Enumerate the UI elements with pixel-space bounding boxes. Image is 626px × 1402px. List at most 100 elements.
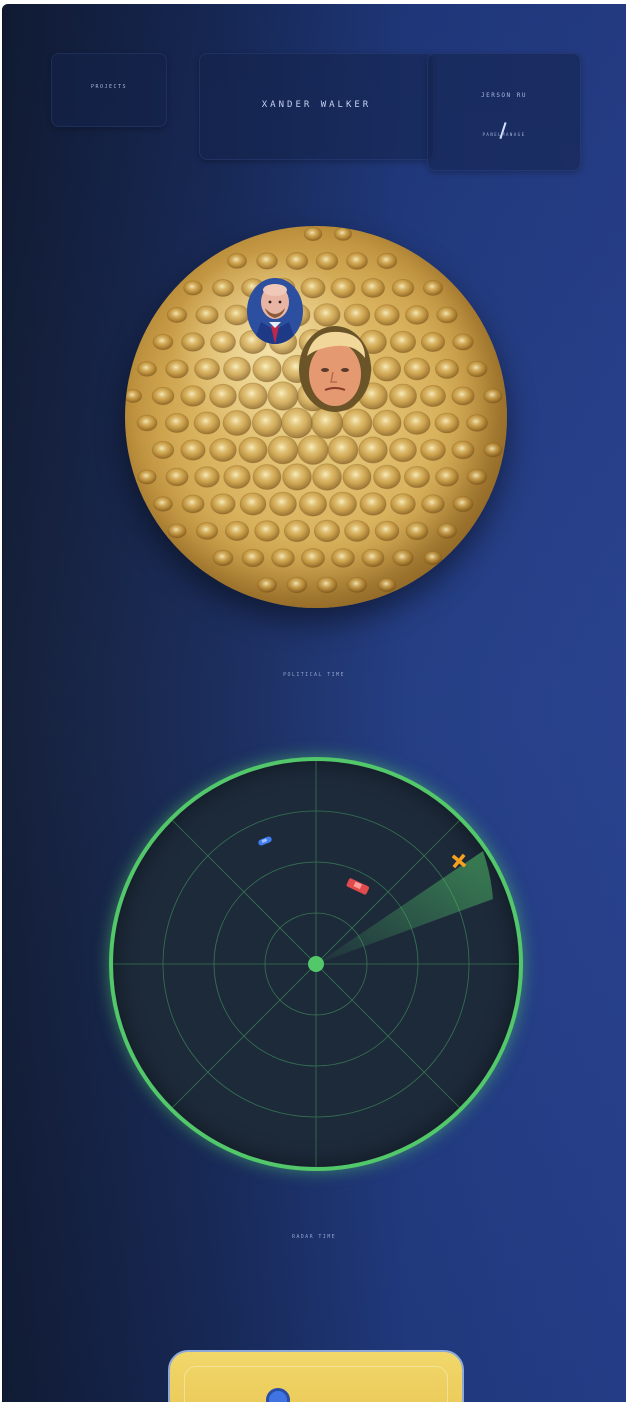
ball-dimple <box>285 252 309 270</box>
ball-dimple <box>269 491 297 517</box>
ball-dimple <box>167 523 187 539</box>
ball-dimple <box>334 227 352 241</box>
ball-dimple <box>452 495 474 513</box>
red-boat-icon[interactable] <box>346 878 370 895</box>
ball-dimple <box>360 278 386 298</box>
ball-dimple <box>315 251 339 271</box>
ball-dimple <box>298 491 328 517</box>
ball-dimple <box>389 437 417 463</box>
ball-dimple <box>252 355 282 383</box>
ball-dimple <box>286 576 308 594</box>
avatar-man-blond <box>299 326 371 412</box>
ball-dimple <box>310 407 344 439</box>
ball-dimple <box>181 332 205 352</box>
ball-dimple <box>267 435 299 465</box>
ball-dimple <box>403 357 431 381</box>
ball-dimple <box>165 359 189 379</box>
ball-dimple <box>181 494 205 514</box>
ball-dimple <box>271 548 295 568</box>
ball-dimple <box>434 359 460 379</box>
ball-dimple <box>420 385 446 407</box>
ball-dimple <box>223 356 251 382</box>
ball-dimple <box>282 463 312 491</box>
ball-dimple <box>313 519 341 543</box>
blue-boat-icon[interactable] <box>257 836 272 847</box>
ball-dimple <box>316 576 338 594</box>
ball-dimple <box>125 388 143 404</box>
ball-dimple <box>209 383 237 409</box>
ball-dimple <box>238 382 268 410</box>
ball-dimple <box>209 438 237 462</box>
golf-ball-section <box>125 226 507 608</box>
ball-dimple <box>341 408 373 438</box>
ball-dimple <box>239 492 267 516</box>
ball-dimple <box>238 436 268 464</box>
ball-dimple <box>194 358 220 380</box>
ball-dimple <box>451 440 475 460</box>
projects-tile[interactable]: PROJECTS <box>51 53 167 127</box>
radar-center-dot <box>308 956 324 972</box>
radar-display[interactable] <box>109 757 523 1171</box>
ball-dimple <box>423 550 443 566</box>
ball-dimple <box>434 412 460 434</box>
radar-grid <box>113 761 519 1167</box>
radar-sweep <box>316 851 493 964</box>
projects-label: PROJECTS <box>90 84 128 90</box>
dimple-pattern <box>125 226 503 594</box>
ball-dimple <box>267 381 299 411</box>
ball-dimple <box>226 253 248 269</box>
ball-dimple <box>224 304 250 326</box>
golf-ball-icon[interactable] <box>125 226 507 608</box>
ball-dimple <box>403 411 431 435</box>
ball-dimple <box>436 306 458 324</box>
ball-dimple <box>483 442 503 458</box>
ball-dimple <box>193 411 221 435</box>
ball-dimple <box>151 440 175 460</box>
ball-dimple <box>151 386 175 406</box>
ball-dimple <box>373 464 401 490</box>
ball-dimple <box>483 388 503 404</box>
ball-dimple <box>137 469 157 485</box>
ball-dimple <box>405 305 429 325</box>
ball-dimple <box>256 252 278 270</box>
ball-dimple <box>389 330 417 354</box>
name-tile[interactable]: XANDER WALKER <box>199 53 434 160</box>
ball-dimple <box>281 407 313 439</box>
ball-dimple <box>256 577 278 593</box>
ball-dimple <box>451 386 475 406</box>
ball-dimple <box>224 521 250 541</box>
avatar-man-in-suit <box>247 278 303 344</box>
ball-dimple <box>195 522 219 540</box>
ball-dimple <box>374 304 400 326</box>
ball-dimple <box>241 548 265 568</box>
ball-dimple <box>180 385 206 407</box>
ball-dimple <box>420 332 446 352</box>
ball-dimple <box>194 466 220 488</box>
bottom-card[interactable] <box>168 1350 464 1402</box>
ball-dimple <box>421 494 445 514</box>
ball-dimple <box>392 549 414 567</box>
ball-dimple <box>452 333 474 351</box>
ball-dimple <box>405 521 429 541</box>
ball-dimple <box>344 520 370 542</box>
ball-dimple <box>404 465 430 489</box>
ball-dimple <box>390 493 416 515</box>
page-background: PROJECTS XANDER WALKER JERSON RU PANELMA… <box>2 4 626 1402</box>
ball-dimple <box>251 408 283 438</box>
ball-dimple <box>283 519 311 543</box>
ball-dimple <box>180 439 206 461</box>
ball-dimple <box>329 491 357 517</box>
ball-dimple <box>422 280 444 296</box>
ball-dimple <box>152 333 174 351</box>
version-tile[interactable]: JERSON RU PANELMANAGE <box>427 53 581 171</box>
ball-dimple <box>164 413 190 433</box>
ball-dimple <box>342 463 372 491</box>
ball-dimple <box>466 414 488 432</box>
ball-dimple <box>358 436 388 464</box>
ball-dimple <box>327 435 359 465</box>
ball-dimple <box>331 548 355 568</box>
ball-dimple <box>303 226 323 242</box>
radar-time-caption: RADAR TIME <box>291 1234 337 1240</box>
ball-dimple <box>376 252 398 270</box>
ball-dimple <box>153 496 173 512</box>
